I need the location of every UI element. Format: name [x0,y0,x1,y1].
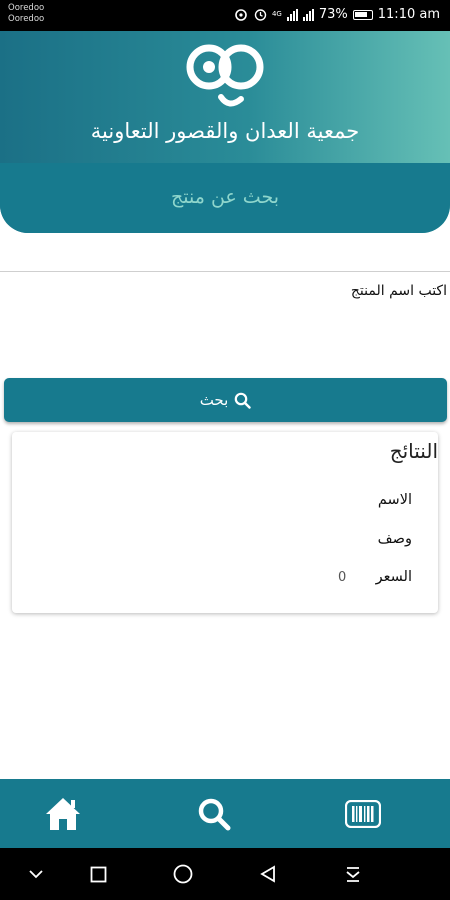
back-button[interactable] [248,848,288,900]
search-icon [198,798,231,830]
search-button-label: بحث [199,391,229,409]
result-price-value: 0 [338,570,347,585]
search-input[interactable] [6,305,444,345]
results-card: النتائج الاسم وصف السعر 0 [12,432,438,613]
clock: 11:10 am [377,7,440,22]
recent-apps-button[interactable] [78,848,118,900]
carrier-info: Ooredoo Ooredoo [8,3,44,25]
pull-down-icon [346,867,360,882]
app-title: جمعية العدان والقصور التعاونية [90,119,360,143]
carrier-name: Ooredoo [8,3,45,13]
page-subtitle: بحث عن منتج [171,186,279,208]
battery-percent: 73% [318,7,348,22]
collapse-button[interactable] [16,848,56,900]
result-price-label: السعر [375,569,412,585]
home-icon [46,797,80,830]
nav-barcode-button[interactable] [318,779,408,848]
chevron-down-icon [29,870,43,879]
bottom-nav [0,779,450,848]
results-title: النتائج [389,439,438,463]
search-button[interactable]: بحث [4,378,447,422]
signal-icon [286,8,298,21]
app-logo [186,44,264,107]
barcode-icon [345,799,381,828]
result-description-label: وصف [377,531,412,547]
home-system-button[interactable] [163,848,203,900]
app-header: جمعية العدان والقصور التعاونية بحث عن من… [0,31,450,233]
network-type: 4G [271,10,282,18]
system-nav-bar [0,848,450,900]
nav-home-button[interactable] [18,779,108,848]
status-icons: 4G 73% 11:10 am [233,7,440,22]
status-bar: Ooredoo Ooredoo 4G 73% 11:10 am [0,0,450,31]
wifi-calling-icon [235,8,247,21]
back-triangle-icon [260,865,275,883]
search-label: اكتب اسم المنتج [350,283,447,299]
search-icon [234,392,251,409]
carrier-name: Ooredoo [8,14,45,24]
result-name-label: الاسم [377,492,412,508]
signal-icon [302,8,314,21]
square-icon [90,866,106,882]
nav-search-button[interactable] [169,779,259,848]
notification-pull-button[interactable] [333,848,373,900]
alarm-icon [254,9,267,21]
battery-icon [352,9,373,20]
divider [0,271,450,272]
circle-icon [173,864,193,884]
